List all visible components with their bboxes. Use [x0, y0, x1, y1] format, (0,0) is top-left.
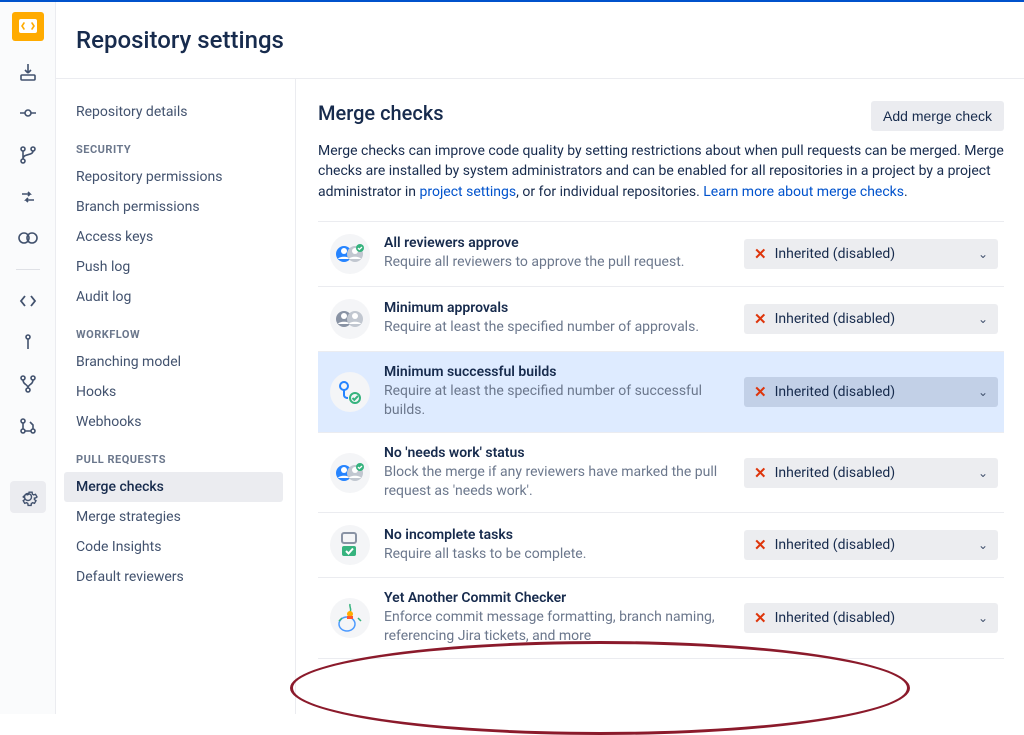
merge-check-row: No 'needs work' status Block the merge i…: [318, 432, 1004, 514]
page-header: Repository settings: [56, 2, 1024, 79]
add-merge-check-button[interactable]: Add merge check: [871, 101, 1004, 131]
main-panel: Merge checks Add merge check Merge check…: [296, 79, 1024, 714]
nav-repo-details[interactable]: Repository details: [64, 97, 283, 127]
nav-repo-permissions[interactable]: Repository permissions: [64, 162, 283, 192]
check-status-select[interactable]: ✕ Inherited (disabled) ⌄: [744, 304, 998, 334]
nav-webhooks[interactable]: Webhooks: [64, 407, 283, 437]
merge-check-row: Minimum approvals Require at least the s…: [318, 286, 1004, 352]
project-settings-link[interactable]: project settings: [419, 184, 516, 200]
status-label: Inherited (disabled): [775, 610, 896, 626]
nav-divider: [16, 269, 40, 270]
merge-check-row: Yet Another Commit Checker Enforce commi…: [318, 577, 1004, 659]
status-label: Inherited (disabled): [775, 465, 896, 481]
forks-icon[interactable]: [16, 415, 40, 437]
check-status-select[interactable]: ✕ Inherited (disabled) ⌄: [744, 530, 998, 560]
status-x-icon: ✕: [754, 536, 767, 554]
commits-icon[interactable]: [16, 103, 40, 125]
learn-more-link[interactable]: Learn more about merge checks: [703, 184, 904, 200]
merge-check-list: All reviewers approve Require all review…: [318, 222, 1004, 659]
merge-check-row: All reviewers approve Require all review…: [318, 221, 1004, 287]
check-status-select[interactable]: ✕ Inherited (disabled) ⌄: [744, 239, 998, 269]
nav-audit-log[interactable]: Audit log: [64, 282, 283, 312]
chevron-down-icon: ⌄: [978, 466, 988, 480]
compare-icon[interactable]: [16, 186, 40, 208]
main-title: Merge checks: [318, 101, 444, 125]
status-x-icon: ✕: [754, 464, 767, 482]
status-label: Inherited (disabled): [775, 311, 896, 327]
nav-default-reviewers[interactable]: Default reviewers: [64, 562, 283, 592]
check-description: Require at least the specified number of…: [384, 382, 732, 420]
nav-push-log[interactable]: Push log: [64, 252, 283, 282]
repo-settings-icon[interactable]: [10, 481, 46, 514]
nav-hooks[interactable]: Hooks: [64, 377, 283, 407]
check-title: Minimum approvals: [384, 300, 732, 316]
clone-icon[interactable]: [16, 61, 40, 83]
status-label: Inherited (disabled): [775, 384, 896, 400]
status-x-icon: ✕: [754, 609, 767, 627]
branches-icon[interactable]: [16, 144, 40, 166]
status-x-icon: ✕: [754, 383, 767, 401]
check-title: Yet Another Commit Checker: [384, 590, 732, 606]
builds-icon[interactable]: [16, 374, 40, 396]
check-title: Minimum successful builds: [384, 364, 732, 380]
check-icon: [330, 598, 370, 638]
check-icon: [330, 234, 370, 274]
check-status-select[interactable]: ✕ Inherited (disabled) ⌄: [744, 377, 998, 407]
fork-icon[interactable]: [16, 332, 40, 354]
chevron-down-icon: ⌄: [978, 247, 988, 261]
global-sidebar: [0, 2, 56, 714]
check-title: No incomplete tasks: [384, 527, 732, 543]
check-description: Require all reviewers to approve the pul…: [384, 253, 732, 272]
pull-requests-icon[interactable]: [16, 228, 40, 250]
chevron-down-icon: ⌄: [978, 538, 988, 552]
check-icon: [330, 453, 370, 493]
section-workflow: WORKFLOW: [64, 312, 295, 347]
check-title: No 'needs work' status: [384, 445, 732, 461]
chevron-down-icon: ⌄: [978, 611, 988, 625]
app-logo[interactable]: [12, 12, 44, 41]
section-security: SECURITY: [64, 127, 295, 162]
chevron-down-icon: ⌄: [978, 312, 988, 326]
check-icon: [330, 525, 370, 565]
merge-check-row: Minimum successful builds Require at lea…: [318, 351, 1004, 433]
section-pull-requests: PULL REQUESTS: [64, 437, 295, 472]
merge-check-row: No incomplete tasks Require all tasks to…: [318, 512, 1004, 578]
source-icon[interactable]: [16, 290, 40, 312]
check-description: Block the merge if any reviewers have ma…: [384, 463, 732, 501]
check-icon: [330, 299, 370, 339]
chevron-down-icon: ⌄: [978, 385, 988, 399]
check-description: Enforce commit message formatting, branc…: [384, 608, 732, 646]
check-description: Require at least the specified number of…: [384, 318, 732, 337]
check-status-select[interactable]: ✕ Inherited (disabled) ⌄: [744, 603, 998, 633]
status-label: Inherited (disabled): [775, 246, 896, 262]
nav-merge-checks[interactable]: Merge checks: [64, 472, 283, 502]
nav-branching-model[interactable]: Branching model: [64, 347, 283, 377]
status-label: Inherited (disabled): [775, 537, 896, 553]
check-status-select[interactable]: ✕ Inherited (disabled) ⌄: [744, 458, 998, 488]
check-icon: [330, 372, 370, 412]
check-description: Require all tasks to be complete.: [384, 545, 732, 564]
status-x-icon: ✕: [754, 245, 767, 263]
nav-merge-strategies[interactable]: Merge strategies: [64, 502, 283, 532]
status-x-icon: ✕: [754, 310, 767, 328]
settings-nav: Repository details SECURITY Repository p…: [56, 79, 296, 714]
page-title: Repository settings: [76, 26, 1024, 54]
check-title: All reviewers approve: [384, 235, 732, 251]
nav-branch-permissions[interactable]: Branch permissions: [64, 192, 283, 222]
nav-code-insights[interactable]: Code Insights: [64, 532, 283, 562]
merge-checks-description: Merge checks can improve code quality by…: [318, 141, 1004, 202]
nav-access-keys[interactable]: Access keys: [64, 222, 283, 252]
